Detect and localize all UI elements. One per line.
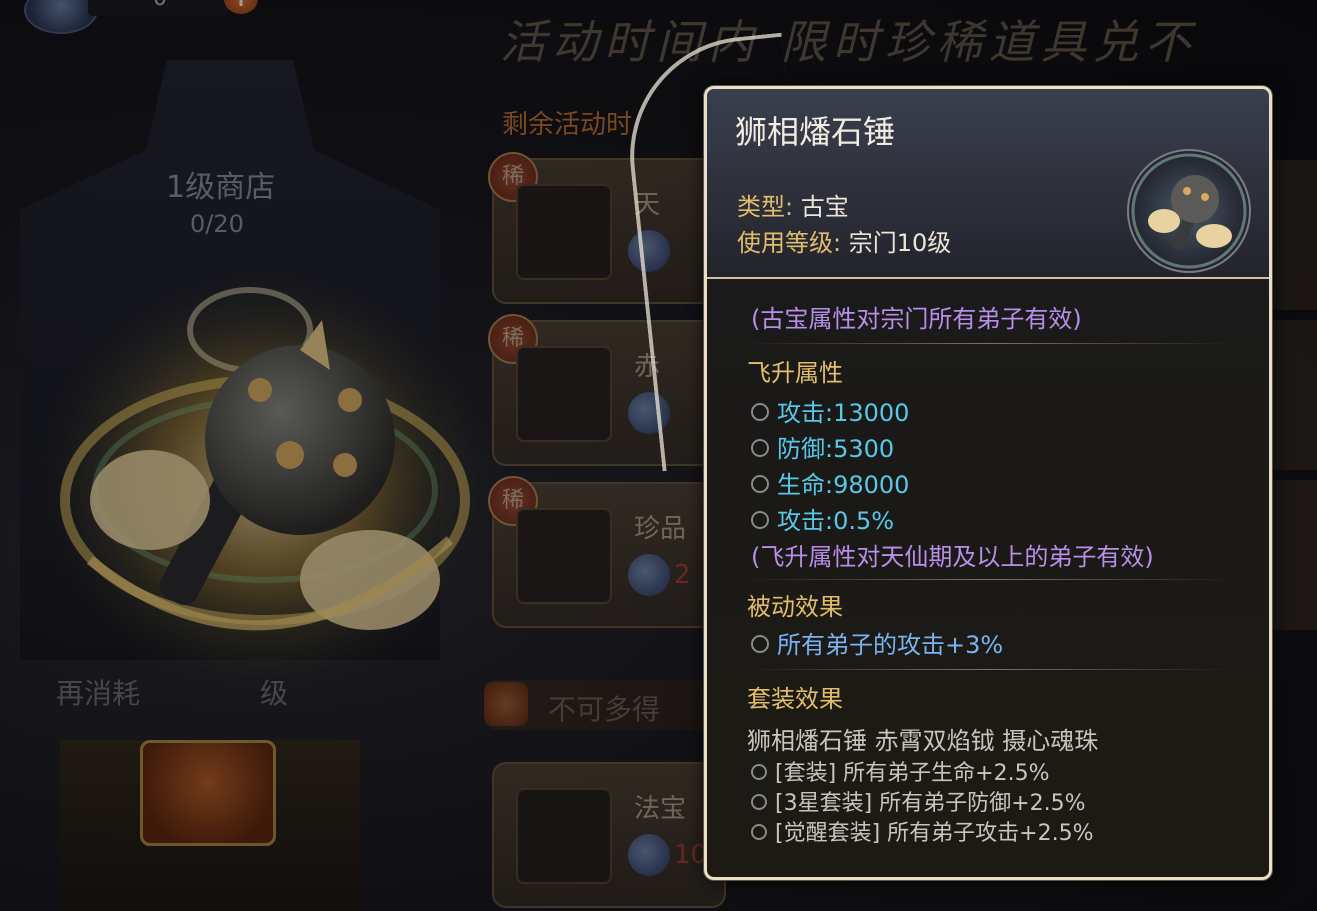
chest-item-icon: [516, 508, 612, 604]
ascend-stat-row: 攻击:0.5%: [751, 501, 894, 536]
stat-key: 攻击:: [777, 507, 834, 535]
gem-currency-icon: [628, 554, 670, 596]
add-currency-button[interactable]: +: [224, 0, 258, 14]
item-type-key: 类型:: [737, 193, 794, 221]
item-level-key: 使用等级:: [737, 229, 842, 257]
consume-prefix: 再消耗: [56, 677, 141, 710]
set-effect-row: [套装] 所有弟子生命+2.5%: [751, 755, 1050, 787]
currency-amount: 0: [153, 0, 167, 11]
divider: [743, 343, 1235, 344]
shop-progress: 0/20: [190, 210, 244, 238]
bullet-icon: [751, 794, 767, 810]
shop-card-partial[interactable]: [1265, 320, 1317, 470]
item-level-value: 宗门10级: [848, 229, 952, 257]
hammer-icon: [1131, 153, 1247, 269]
stat-value: 98000: [833, 471, 910, 499]
bullet-icon: [751, 403, 769, 421]
shop-card-partial[interactable]: [1265, 160, 1317, 310]
shop-card[interactable]: 法宝 10: [492, 762, 726, 908]
divider: [743, 579, 1235, 580]
remaining-time-label: 剩余活动时: [502, 110, 633, 140]
passive-section-title: 被动效果: [747, 593, 843, 621]
consume-suffix: 级: [260, 677, 289, 710]
spirit-stone-icon: [24, 0, 98, 34]
stat-key: 攻击:: [777, 399, 834, 427]
card-price: 2: [674, 560, 691, 590]
card-price: 10: [674, 840, 708, 870]
bullet-icon: [751, 439, 769, 457]
stat-value: 13000: [833, 399, 910, 427]
bullet-icon: [751, 824, 767, 840]
set-section-title: 套装效果: [747, 685, 843, 713]
scope-note: (古宝属性对宗门所有弟子有效): [751, 305, 1082, 333]
shop-card[interactable]: 稀 珍品 2: [488, 476, 726, 628]
stat-key: 防御:: [777, 435, 834, 463]
shop-card-partial[interactable]: [1265, 480, 1317, 630]
set-effect-text: [觉醒套装] 所有弟子攻击+2.5%: [775, 821, 1094, 846]
bullet-icon: [751, 764, 767, 780]
ascend-section-title: 飞升属性: [747, 359, 843, 387]
item-type-value: 古宝: [800, 193, 849, 221]
game-screen: 0 + 活动时间内 限时珍稀道具兑不 剩余活动时 1级商店 0/20: [0, 0, 1317, 911]
set-members: 狮相燔石锤 赤霄双焰钺 摄心魂珠: [747, 727, 1099, 755]
crystal-item-icon: [516, 184, 612, 280]
passive-effect-text: 所有弟子的攻击+3%: [777, 631, 1004, 659]
stat-value: 5300: [833, 435, 895, 463]
stone-hammer-illustration: [35, 265, 495, 695]
tooltip-header: 狮相燔石锤 类型: 古宝 使用等级: 宗门10级: [707, 89, 1269, 279]
item-tooltip: 狮相燔石锤 类型: 古宝 使用等级: 宗门10级 (古宝属性对宗门所有弟子有效)…: [704, 86, 1272, 880]
item-title: 狮相燔石锤: [735, 113, 896, 151]
passive-effect-row: 所有弟子的攻击+3%: [751, 625, 1003, 660]
bullet-icon: [751, 635, 769, 653]
stat-key: 生命:: [777, 471, 834, 499]
ascend-stat-row: 攻击:13000: [751, 393, 909, 428]
event-banner: 活动时间内 限时珍稀道具兑不: [500, 15, 1197, 69]
treasure-box-item-icon: [516, 788, 612, 884]
set-effect-text: [3星套装] 所有弟子防御+2.5%: [775, 791, 1086, 816]
bullet-icon: [751, 475, 769, 493]
bullet-icon: [751, 511, 769, 529]
upgrade-cost-text: 再消耗 级: [56, 672, 288, 712]
item-icon: [1127, 149, 1251, 273]
ascend-note: (飞升属性对天仙期及以上的弟子有效): [751, 543, 1154, 571]
set-effect-row: [觉醒套装] 所有弟子攻击+2.5%: [751, 815, 1094, 847]
gem-currency-icon: [628, 834, 670, 876]
ascend-stat-row: 防御:5300: [751, 429, 894, 464]
card-name: 珍品: [634, 514, 687, 544]
rare-section-header: 不可多得: [484, 680, 718, 730]
treasure-chest-icon[interactable]: [140, 740, 276, 846]
item-type-row: 类型: 古宝: [737, 187, 849, 222]
item-level-row: 使用等级: 宗门10级: [737, 223, 951, 258]
shop-level-label: 1级商店: [166, 170, 276, 205]
card-name: 法宝: [634, 794, 687, 824]
ascend-stat-row: 生命:98000: [751, 465, 909, 500]
dragon-item-icon: [516, 346, 612, 442]
rare-section-label: 不可多得: [548, 693, 661, 726]
set-effect-row: [3星套装] 所有弟子防御+2.5%: [751, 785, 1085, 817]
chest-small-icon: [484, 682, 528, 726]
set-effect-text: [套装] 所有弟子生命+2.5%: [775, 761, 1050, 786]
stat-value: 0.5%: [833, 507, 895, 535]
divider: [743, 669, 1235, 670]
currency-bar: 0 +: [18, 0, 258, 34]
